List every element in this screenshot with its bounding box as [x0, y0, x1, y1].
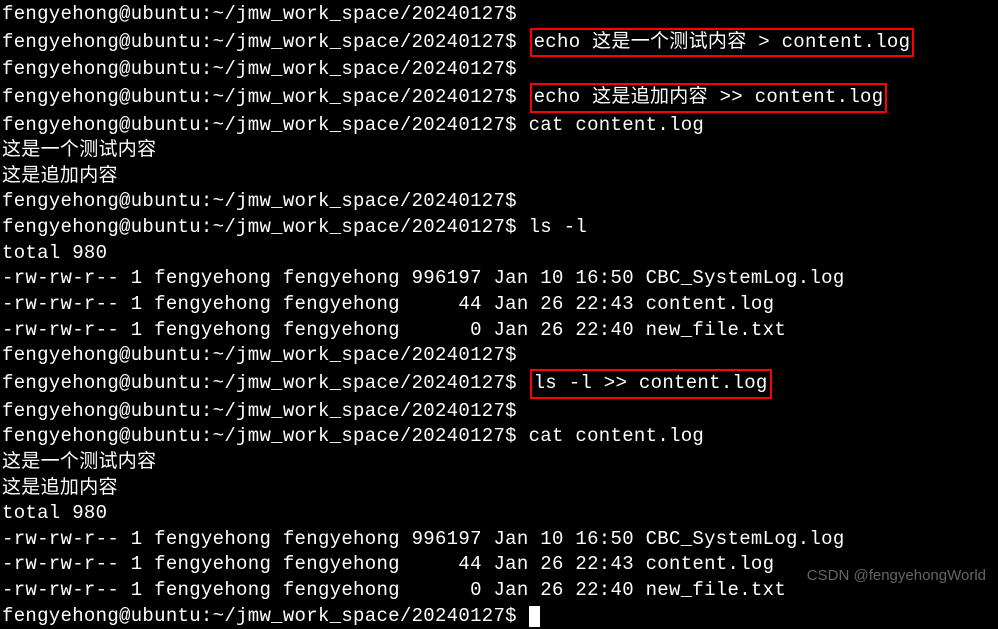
- output-line: 这是追加内容: [2, 164, 996, 190]
- terminal-line[interactable]: fengyehong@ubuntu:~/jmw_work_space/20240…: [2, 369, 996, 399]
- prompt: fengyehong@ubuntu:~/jmw_work_space/20240…: [2, 344, 517, 366]
- terminal-line[interactable]: fengyehong@ubuntu:~/jmw_work_space/20240…: [2, 399, 996, 425]
- prompt: fengyehong@ubuntu:~/jmw_work_space/20240…: [2, 425, 517, 447]
- output-line: -rw-rw-r-- 1 fengyehong fengyehong 0 Jan…: [2, 318, 996, 344]
- command: cat content.log: [529, 425, 705, 447]
- terminal-line[interactable]: fengyehong@ubuntu:~/jmw_work_space/20240…: [2, 215, 996, 241]
- terminal-line[interactable]: fengyehong@ubuntu:~/jmw_work_space/20240…: [2, 113, 996, 139]
- terminal-line[interactable]: fengyehong@ubuntu:~/jmw_work_space/20240…: [2, 2, 996, 28]
- output-line: -rw-rw-r-- 1 fengyehong fengyehong 44 Ja…: [2, 292, 996, 318]
- terminal-line[interactable]: fengyehong@ubuntu:~/jmw_work_space/20240…: [2, 83, 996, 113]
- output-line: total 980: [2, 501, 996, 527]
- output-line: -rw-rw-r-- 1 fengyehong fengyehong 99619…: [2, 527, 996, 553]
- prompt: fengyehong@ubuntu:~/jmw_work_space/20240…: [2, 3, 517, 25]
- prompt: fengyehong@ubuntu:~/jmw_work_space/20240…: [2, 31, 517, 53]
- cursor-icon: [529, 606, 540, 627]
- prompt: fengyehong@ubuntu:~/jmw_work_space/20240…: [2, 372, 517, 394]
- terminal-line[interactable]: fengyehong@ubuntu:~/jmw_work_space/20240…: [2, 343, 996, 369]
- terminal-line[interactable]: fengyehong@ubuntu:~/jmw_work_space/20240…: [2, 57, 996, 83]
- output-line: 这是一个测试内容: [2, 450, 996, 476]
- watermark: CSDN @fengyehongWorld: [807, 566, 986, 586]
- command-highlight: ls -l >> content.log: [530, 369, 772, 399]
- command-highlight: echo 这是一个测试内容 > content.log: [530, 28, 915, 58]
- terminal-line[interactable]: fengyehong@ubuntu:~/jmw_work_space/20240…: [2, 28, 996, 58]
- prompt: fengyehong@ubuntu:~/jmw_work_space/20240…: [2, 58, 517, 80]
- prompt: fengyehong@ubuntu:~/jmw_work_space/20240…: [2, 86, 517, 108]
- terminal-line[interactable]: fengyehong@ubuntu:~/jmw_work_space/20240…: [2, 189, 996, 215]
- output-line: -rw-rw-r-- 1 fengyehong fengyehong 99619…: [2, 266, 996, 292]
- output-line: total 980: [2, 241, 996, 267]
- output-line: 这是追加内容: [2, 476, 996, 502]
- prompt: fengyehong@ubuntu:~/jmw_work_space/20240…: [2, 216, 517, 238]
- output-line: 这是一个测试内容: [2, 138, 996, 164]
- prompt: fengyehong@ubuntu:~/jmw_work_space/20240…: [2, 605, 517, 627]
- command-highlight: echo 这是追加内容 >> content.log: [530, 83, 888, 113]
- prompt: fengyehong@ubuntu:~/jmw_work_space/20240…: [2, 114, 517, 136]
- terminal-line[interactable]: fengyehong@ubuntu:~/jmw_work_space/20240…: [2, 424, 996, 450]
- command: ls -l: [529, 216, 588, 238]
- command: cat content.log: [529, 114, 705, 136]
- prompt: fengyehong@ubuntu:~/jmw_work_space/20240…: [2, 400, 517, 422]
- prompt: fengyehong@ubuntu:~/jmw_work_space/20240…: [2, 190, 517, 212]
